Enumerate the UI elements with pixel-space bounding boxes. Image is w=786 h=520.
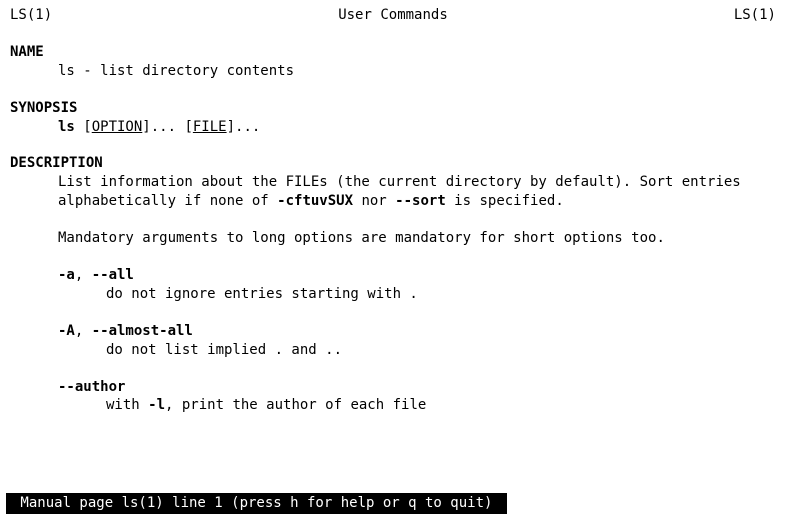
option-a-desc: do not ignore entries starting with . (10, 285, 776, 304)
description-para2: Mandatory arguments to long options are … (10, 229, 776, 248)
flag-sort: --sort (395, 193, 446, 209)
section-heading-name: NAME (10, 43, 776, 62)
man-header: LS(1) User Commands LS(1) (10, 6, 776, 25)
option-author-long: --author (58, 379, 125, 395)
option-A-short: -A (58, 323, 75, 339)
synopsis-cmd: ls (58, 119, 75, 135)
option-a-short: -a (58, 267, 75, 283)
synopsis-option: OPTION (92, 119, 143, 135)
section-heading-synopsis: SYNOPSIS (10, 99, 776, 118)
option-author-desc: with -l, print the author of each file (10, 396, 776, 415)
option-A-desc: do not list implied . and .. (10, 341, 776, 360)
option-A-header: -A, --almost-all (10, 322, 776, 341)
man-header-right: LS(1) (734, 6, 776, 25)
synopsis-file: FILE (193, 119, 227, 135)
option-A-long: --almost-all (92, 323, 193, 339)
option-author-header: --author (10, 378, 776, 397)
option-a-header: -a, --all (10, 266, 776, 285)
section-heading-description: DESCRIPTION (10, 154, 776, 173)
name-text: ls - list directory contents (10, 62, 776, 81)
description-para1: List information about the FILEs (the cu… (10, 173, 776, 211)
option-a-long: --all (92, 267, 134, 283)
flag-l: -l (148, 397, 165, 413)
pager-status-bar[interactable]: Manual page ls(1) line 1 (press h for he… (6, 493, 507, 514)
synopsis-line: ls [OPTION]... [FILE]... (10, 118, 776, 137)
man-header-center: User Commands (338, 6, 448, 25)
flags-cftuvSUX: -cftuvSUX (277, 193, 353, 209)
man-header-left: LS(1) (10, 6, 52, 25)
